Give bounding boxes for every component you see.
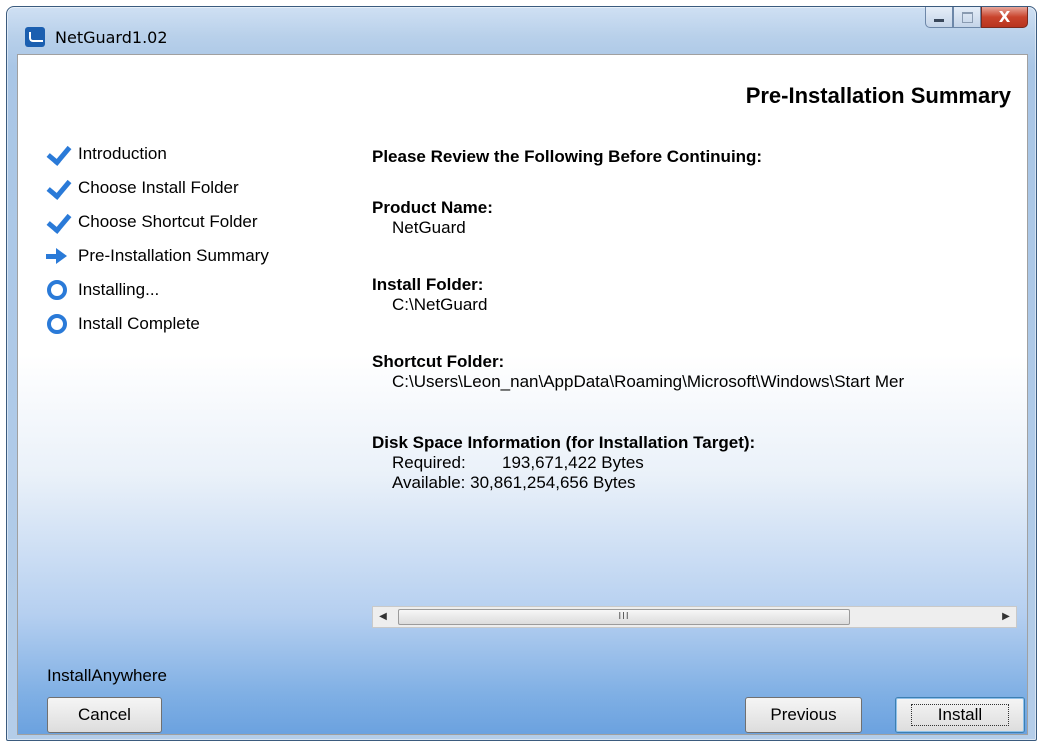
installer-content: Pre-Installation Summary Introduction Ch…	[17, 54, 1028, 735]
scroll-left-icon[interactable]: ◀	[373, 607, 393, 627]
install-folder-label: Install Folder:	[372, 275, 484, 294]
check-icon	[46, 143, 68, 165]
required-label: Required:	[392, 453, 466, 472]
step-install-complete: Install Complete	[46, 307, 269, 341]
disk-available-row: Available: 30,861,254,656 Bytes	[392, 473, 755, 493]
install-button-label: Install	[910, 704, 1010, 726]
arrow-right-icon	[46, 245, 68, 267]
installer-window: NetGuard1.02 X Pre-Installation Summary …	[6, 6, 1037, 741]
app-icon	[25, 27, 45, 47]
disk-space-label: Disk Space Information (for Installation…	[372, 433, 756, 452]
scroll-right-icon[interactable]: ▶	[996, 607, 1016, 627]
step-choose-install-folder: Choose Install Folder	[46, 171, 269, 205]
step-label: Choose Shortcut Folder	[78, 212, 258, 231]
product-name-value: NetGuard	[392, 218, 466, 237]
horizontal-scrollbar[interactable]: ◀ III ▶	[372, 606, 1017, 628]
minimize-button[interactable]	[925, 7, 953, 28]
shortcut-folder-value: C:\Users\Leon_nan\AppData\Roaming\Micros…	[392, 372, 905, 391]
step-label: Pre-Installation Summary	[78, 246, 269, 265]
summary-intro: Please Review the Following Before Conti…	[372, 147, 763, 166]
close-button[interactable]: X	[981, 7, 1028, 28]
caption-buttons: X	[925, 7, 1028, 28]
step-label: Choose Install Folder	[78, 178, 239, 197]
step-choose-shortcut-folder: Choose Shortcut Folder	[46, 205, 269, 239]
step-installing: Installing...	[46, 273, 269, 307]
install-folder-value: C:\NetGuard	[392, 295, 488, 314]
circle-icon	[46, 313, 68, 335]
vendor-label: InstallAnywhere	[47, 666, 168, 685]
step-label: Installing...	[78, 280, 160, 299]
step-label: Install Complete	[78, 314, 200, 333]
check-icon	[46, 177, 68, 199]
shortcut-folder-label: Shortcut Folder:	[372, 352, 505, 371]
disk-required-row: Required: 193,671,422 Bytes	[392, 453, 755, 473]
cancel-button[interactable]: Cancel	[47, 697, 162, 733]
check-icon	[46, 211, 68, 233]
step-list: Introduction Choose Install Folder Choos…	[46, 137, 269, 341]
required-value: 193,671,422 Bytes	[502, 453, 644, 472]
step-introduction: Introduction	[46, 137, 269, 171]
install-button[interactable]: Install	[895, 697, 1025, 733]
circle-icon	[46, 279, 68, 301]
scrollbar-thumb[interactable]: III	[398, 609, 850, 625]
close-icon: X	[998, 8, 1011, 26]
step-label: Introduction	[78, 144, 167, 163]
previous-button[interactable]: Previous	[745, 697, 862, 733]
product-name-label: Product Name:	[372, 198, 493, 217]
available-label: Available:	[392, 473, 466, 492]
step-pre-installation-summary: Pre-Installation Summary	[46, 239, 269, 273]
available-value: 30,861,254,656 Bytes	[470, 473, 636, 492]
window-title: NetGuard1.02	[55, 28, 168, 47]
maximize-button[interactable]	[953, 7, 981, 28]
title-bar[interactable]: NetGuard1.02 X	[7, 7, 1036, 60]
summary-panel: Please Review the Following Before Conti…	[372, 139, 1017, 589]
page-title: Pre-Installation Summary	[745, 83, 1011, 108]
